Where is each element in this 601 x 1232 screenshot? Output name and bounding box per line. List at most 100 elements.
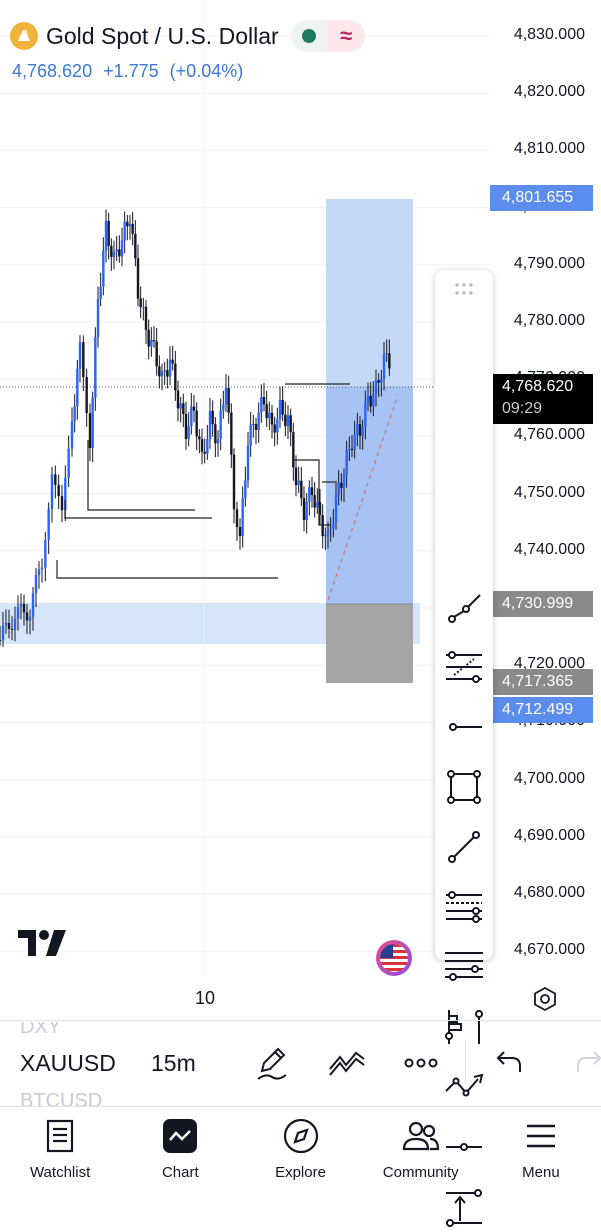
tool-horizontal-line[interactable] — [435, 702, 493, 752]
candle-body — [166, 370, 169, 377]
candle-body — [329, 528, 332, 531]
symbol-title[interactable]: Gold Spot / U.S. Dollar — [46, 23, 279, 50]
pitchfork-icon — [446, 891, 482, 923]
candle-body — [364, 401, 367, 428]
candle-body — [107, 220, 110, 246]
stop-price-badge: 4,730.999 — [490, 591, 593, 617]
tool-ray[interactable] — [435, 822, 493, 872]
nav-watchlist[interactable]: Watchlist — [0, 1108, 120, 1200]
candle-body — [67, 448, 70, 478]
candle-body — [78, 342, 82, 369]
candle-body — [190, 406, 193, 427]
candle-body — [246, 445, 250, 481]
symbol-row-below[interactable]: BTCUSD 30m — [20, 1090, 102, 1106]
candle-body — [200, 439, 204, 452]
price-chart[interactable] — [0, 0, 601, 1020]
price-axis-label: 4,810.000 — [513, 140, 585, 158]
candle-body — [144, 306, 148, 330]
candle-body — [54, 474, 57, 485]
long-position-icon — [445, 1010, 483, 1044]
candle-body — [57, 484, 60, 497]
candle-body — [22, 603, 26, 613]
nav-explore[interactable]: Explore — [240, 1108, 360, 1200]
watchlist-icon — [46, 1119, 74, 1153]
candle-body — [85, 377, 88, 414]
tool-trend-line[interactable] — [435, 582, 493, 632]
candle-body — [388, 353, 391, 369]
price-axis-label: 4,700.000 — [513, 769, 585, 787]
chart-settings-icon[interactable] — [532, 986, 558, 1012]
candle-body — [276, 418, 279, 433]
tool-fib-retracement[interactable] — [435, 642, 493, 692]
current-symbol[interactable]: XAUUSD — [20, 1050, 116, 1076]
symbol-below: BTCUSD — [20, 1090, 103, 1106]
target-price-badge: 4,801.655 — [490, 185, 593, 211]
candle-body — [252, 424, 255, 426]
nav-watchlist-label: Watchlist — [29, 1164, 91, 1181]
symbol-row-current[interactable]: XAUUSD 15m — [20, 1050, 196, 1077]
candle-body — [203, 451, 206, 454]
more-options-icon[interactable] — [404, 1055, 438, 1071]
candle-body — [372, 393, 375, 407]
nav-community-label: Community — [382, 1164, 459, 1181]
nav-chart[interactable]: Chart — [120, 1108, 240, 1200]
candle-body — [366, 395, 370, 402]
candle-body — [316, 502, 319, 508]
candle-body — [342, 474, 346, 489]
tool-pitchfork[interactable] — [435, 882, 493, 932]
path-icon — [445, 1073, 484, 1097]
level-line-3 — [56, 560, 278, 579]
nav-community[interactable]: Community — [361, 1108, 481, 1200]
candle-body — [1, 625, 5, 640]
economic-events-icon[interactable] — [376, 940, 412, 976]
candle-body — [380, 378, 383, 383]
candle-body — [131, 223, 134, 234]
candle-body — [139, 298, 142, 307]
candle-body — [99, 286, 102, 300]
candle-body — [382, 353, 386, 379]
candle-body — [192, 406, 196, 411]
candle-body — [76, 368, 79, 407]
candle-body — [227, 387, 230, 413]
nav-menu-label: Menu — [522, 1164, 560, 1181]
drag-handle-icon[interactable] — [454, 282, 474, 296]
quote-change: +1.775 — [103, 61, 159, 81]
candle-body — [278, 400, 282, 419]
candle-body — [254, 424, 258, 430]
candle-body — [300, 480, 303, 499]
tool-path[interactable] — [435, 1062, 493, 1112]
candle-body — [160, 371, 164, 377]
candle-body — [308, 487, 311, 502]
tool-long-position[interactable] — [435, 1002, 493, 1052]
nav-menu[interactable]: Menu — [481, 1108, 601, 1200]
symbol-header[interactable]: Gold Spot / U.S. Dollar ≈ — [10, 20, 365, 52]
tool-parallel-channel[interactable] — [435, 942, 493, 992]
zone-lower-badge: 4,712.499 — [490, 697, 593, 723]
current-interval[interactable]: 15m — [151, 1050, 196, 1077]
candle-body — [102, 250, 105, 287]
candle-body — [0, 640, 2, 641]
undo-icon[interactable] — [496, 1050, 524, 1074]
price-axis-label: 4,670.000 — [513, 941, 585, 959]
candle-body — [286, 415, 290, 427]
drawing-pencil-icon[interactable] — [256, 1045, 288, 1081]
candle-body — [324, 534, 327, 537]
candle-body — [88, 413, 92, 449]
compass-icon — [283, 1118, 318, 1154]
candle-body — [216, 438, 220, 444]
candle-body — [147, 329, 150, 347]
redo-icon[interactable] — [574, 1050, 601, 1074]
candle-body — [249, 424, 252, 446]
tool-rectangle[interactable] — [435, 762, 493, 812]
candle-body — [152, 339, 156, 342]
level-line-2 — [64, 500, 212, 519]
market-status-pill[interactable]: ≈ — [290, 20, 365, 52]
favorite-drawings-icon[interactable] — [328, 1045, 366, 1081]
price-axis-label: 4,830.000 — [513, 26, 585, 43]
candle-body — [337, 482, 340, 495]
candle-body — [150, 339, 153, 347]
candle-body — [361, 427, 364, 436]
candle-body — [257, 412, 260, 430]
candle-body — [297, 480, 300, 486]
time-axis-label: 10 — [195, 988, 216, 1008]
